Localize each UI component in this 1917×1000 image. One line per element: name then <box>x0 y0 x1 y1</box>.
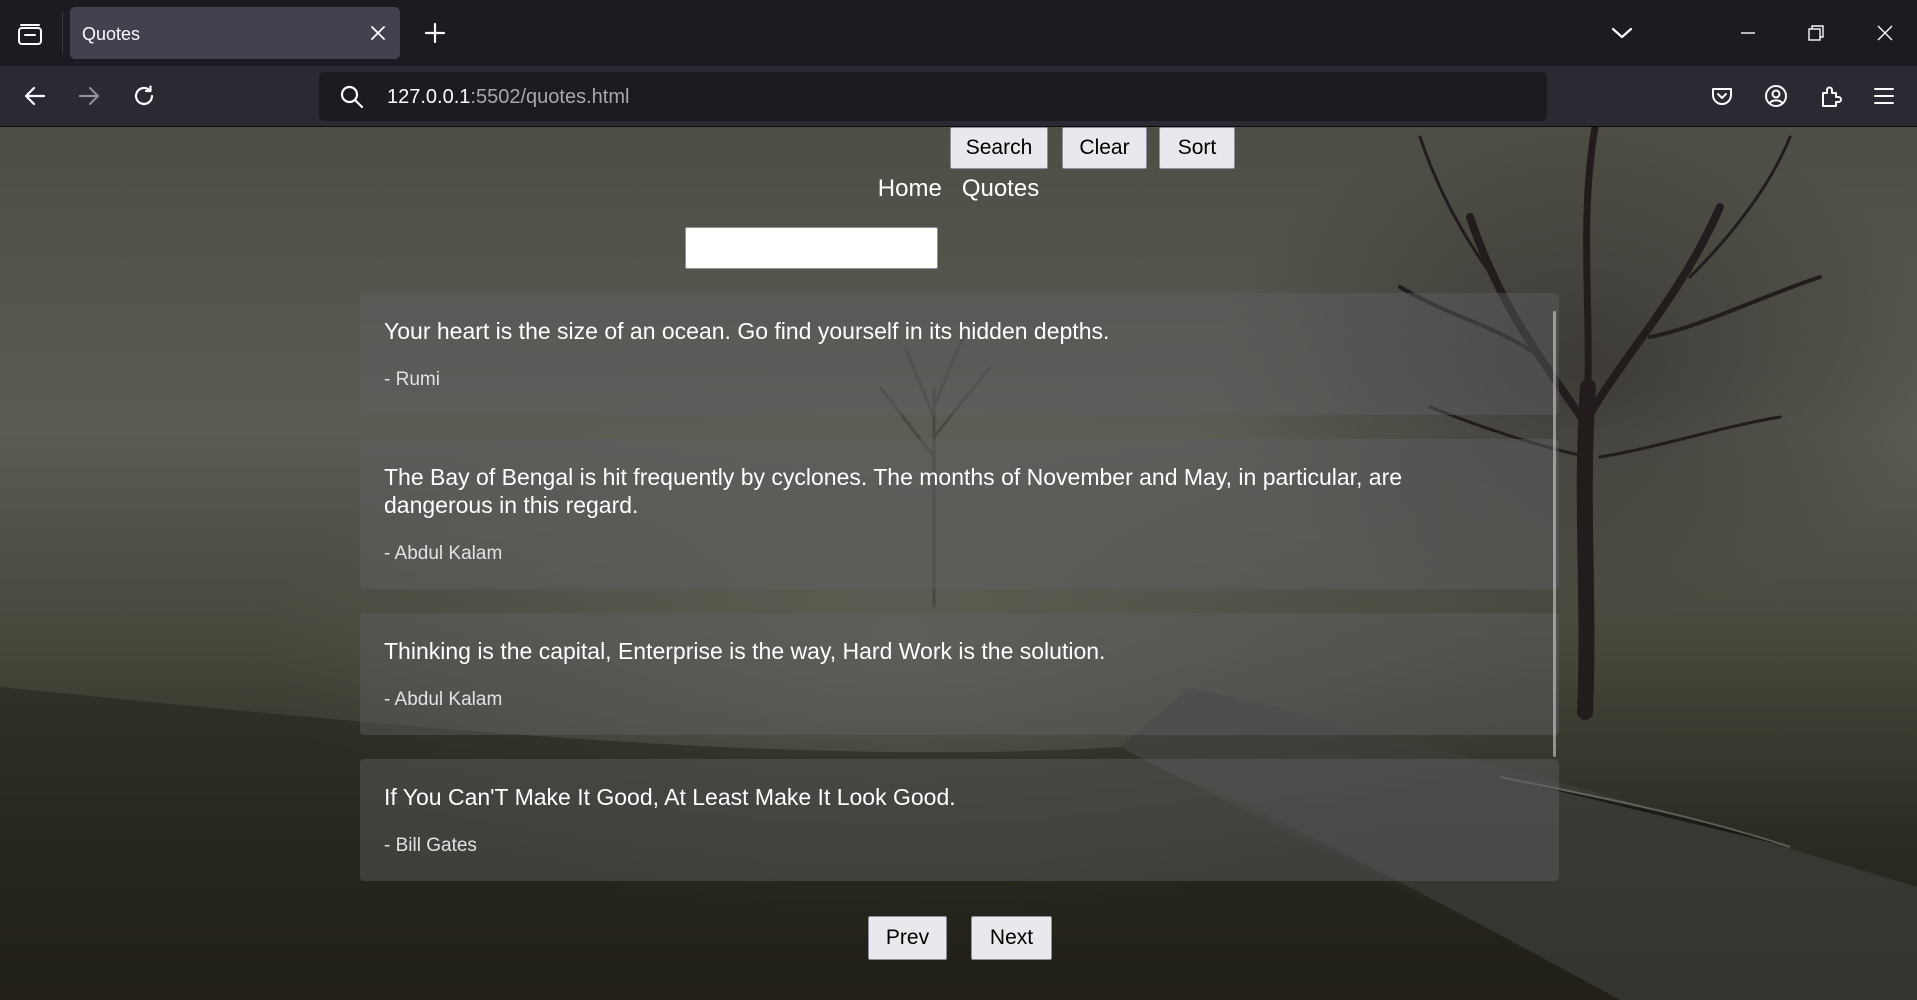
quote-text: The Bay of Bengal is hit frequently by c… <box>384 464 1403 518</box>
tab-divider <box>62 12 63 54</box>
reload-button[interactable] <box>126 78 162 114</box>
sort-button[interactable]: Sort <box>1159 127 1235 169</box>
tab-list-icon <box>18 24 42 45</box>
clear-button[interactable]: Clear <box>1062 127 1147 169</box>
app-menu-button[interactable] <box>1866 78 1902 114</box>
quote-list-scrollbar[interactable] <box>1553 311 1556 757</box>
minimize-button[interactable] <box>1731 16 1765 50</box>
tab-strip: Quotes <box>0 0 1917 66</box>
search-icon <box>340 85 364 109</box>
account-button[interactable] <box>1758 78 1794 114</box>
url-text[interactable]: 127.0.0.1:5502/quotes.html <box>387 86 629 109</box>
restore-icon <box>1808 25 1824 41</box>
tab-title: Quotes <box>82 24 141 44</box>
hamburger-menu-icon <box>1874 88 1894 104</box>
close-icon <box>371 26 385 40</box>
active-tab[interactable]: Quotes <box>70 7 400 59</box>
quote-card: The Bay of Bengal is hit frequently by c… <box>360 439 1559 589</box>
extensions-button[interactable] <box>1813 78 1849 114</box>
close-icon <box>1877 25 1893 41</box>
nav-link-home[interactable]: Home <box>878 175 942 203</box>
quote-author: - Abdul Kalam <box>384 689 503 710</box>
restore-button[interactable] <box>1799 16 1833 50</box>
new-tab-button[interactable] <box>420 18 450 48</box>
page-viewport: Home Quotes Search Clear Sort Your heart … <box>0 127 1917 1000</box>
list-all-tabs-button[interactable] <box>1605 16 1639 50</box>
reload-icon <box>134 85 154 105</box>
address-bar[interactable]: 127.0.0.1:5502/quotes.html <box>319 72 1547 121</box>
quote-card: Your heart is the size of an ocean. Go f… <box>360 293 1559 415</box>
nav-link-quotes[interactable]: Quotes <box>962 175 1039 203</box>
close-window-button[interactable] <box>1868 16 1902 50</box>
search-button[interactable]: Search <box>950 127 1048 169</box>
quote-author: - Abdul Kalam <box>384 543 503 564</box>
pocket-button[interactable] <box>1704 78 1740 114</box>
top-nav-menu: Home Quotes <box>0 175 1917 203</box>
back-arrow-icon <box>24 86 46 106</box>
tab-list-button[interactable] <box>12 18 48 50</box>
url-path: :5502/quotes.html <box>470 86 630 108</box>
back-button[interactable] <box>17 78 53 114</box>
account-icon <box>1765 85 1787 107</box>
quote-text: Your heart is the size of an ocean. Go f… <box>384 318 1110 344</box>
close-tab-button[interactable] <box>366 21 390 45</box>
chevron-down-icon <box>1611 27 1633 39</box>
navigation-toolbar: 127.0.0.1:5502/quotes.html <box>0 66 1917 127</box>
plus-icon <box>424 22 446 44</box>
quote-text: If You Can'T Make It Good, At Least Make… <box>384 784 956 810</box>
extensions-icon <box>1822 86 1842 107</box>
forward-button[interactable] <box>71 78 107 114</box>
pocket-icon <box>1712 88 1732 105</box>
quote-author: - Rumi <box>384 369 440 390</box>
forward-arrow-icon <box>78 86 100 106</box>
next-page-button[interactable]: Next <box>971 916 1052 960</box>
quote-card: Thinking is the capital, Enterprise is t… <box>360 613 1559 735</box>
minimize-icon <box>1741 32 1755 34</box>
quote-author: - Bill Gates <box>384 835 477 856</box>
url-host: 127.0.0.1 <box>387 86 471 108</box>
quote-text: Thinking is the capital, Enterprise is t… <box>384 638 1106 664</box>
prev-page-button[interactable]: Prev <box>868 916 947 960</box>
search-input[interactable] <box>685 227 938 269</box>
quote-card: If You Can'T Make It Good, At Least Make… <box>360 759 1559 881</box>
